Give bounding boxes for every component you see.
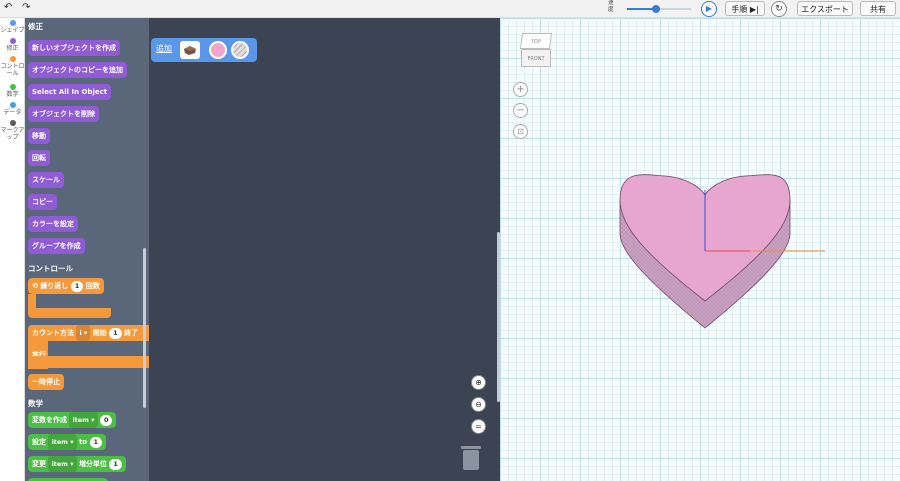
section-title-modify: 修正 [28,22,43,31]
create-var-value[interactable]: 0 [99,414,113,426]
category-label: データ [3,109,22,116]
block-move[interactable]: 移動 [28,128,50,144]
top-toolbar: ↶ ↷ 速 度 ▶ 手順 ▶| ↻ エクスポート 共有 [0,0,900,18]
category-label: 数学 [6,91,19,98]
set-to-label: to [78,438,88,446]
category-dot [9,56,16,62]
create-var-name: item [72,416,89,424]
category-dot [9,120,16,126]
block-scale[interactable]: スケール [28,172,64,188]
color-swatch[interactable] [209,41,227,59]
category-sidebar: シェイプ 修正 コントロール 数学 データ マークアップ [0,18,25,481]
block-count-with[interactable]: カウント方法 i ▾ 開始 1 終了 [28,325,149,341]
heart-shape-icon [184,46,196,55]
block-set-color[interactable]: カラーを設定 [28,216,78,232]
count-from-value[interactable]: 1 [109,327,122,339]
reset-icon: ↻ [775,4,783,14]
block-repeat[interactable]: ⟲ 繰り返し 1 回数 [28,278,104,294]
count-end-label: 終了 [124,329,139,337]
change-value[interactable]: 1 [109,458,122,470]
count-var-dropdown[interactable]: i ▾ [76,325,91,341]
hole-toggle[interactable] [231,41,249,59]
section-title-control: コントロール [28,264,73,273]
change-label: 変更 [32,460,46,468]
block-rotate[interactable]: 回転 [28,150,50,166]
block-select-all[interactable]: Select All In Object [28,84,112,100]
block-create-variable[interactable]: 変数を作成 item ▾ 0 [28,412,117,428]
block-add-shape[interactable]: 追加 [151,38,257,62]
repeat-icon: ⟲ [32,282,38,290]
speed-label: 速 度 [608,0,614,13]
set-label: 設定 [32,438,46,446]
set-var-dropdown[interactable]: item ▾ [48,434,77,450]
section-title-math: 数学 [28,399,43,408]
count-footer [28,356,149,368]
repeat-count[interactable]: 1 [70,280,84,292]
change-var-name: item [51,460,68,468]
trash-icon[interactable] [459,443,483,471]
redo-icon[interactable]: ↷ [22,2,30,13]
category-shapes[interactable]: シェイプ [0,20,25,34]
block-new-object[interactable]: 新しいオブジェクトを作成 [28,40,120,56]
category-math[interactable]: 数学 [0,84,25,98]
set-value[interactable]: 1 [89,436,103,448]
category-label: シェイプ [0,27,25,34]
category-dot [9,102,16,108]
undo-icon[interactable]: ↶ [4,2,12,13]
category-markup[interactable]: マークアップ [0,120,25,141]
change-by-label: 増分単位 [78,460,107,468]
category-dot [9,84,16,90]
category-label: マークアップ [0,127,25,141]
change-var-dropdown[interactable]: item ▾ [48,456,77,472]
category-label: コントロール [0,63,25,77]
count-label: カウント方法 [32,329,74,337]
step-button[interactable]: 手順 ▶| [725,1,765,16]
repeat-arm [28,294,36,308]
block-create-group[interactable]: グループを作成 [28,238,85,254]
zoom-out-icon[interactable]: ⊖ [471,397,486,412]
count-from-label: 開始 [92,329,107,337]
repeat-unit: 回数 [85,282,100,290]
step-label: 手順 [731,5,748,14]
category-dot [9,38,16,44]
category-control[interactable]: コントロール [0,56,25,77]
repeat-label: 繰り返し [40,282,69,290]
block-palette: 修正 新しいオブジェクトを作成 オブジェクトのコピーを追加 Select All… [25,18,149,481]
zoom-in-icon[interactable]: ⊕ [471,375,486,390]
palette-scrollbar[interactable] [143,248,146,408]
shape-thumbnail[interactable] [180,41,200,59]
category-data[interactable]: データ [0,102,25,116]
block-pause[interactable]: 一時停止 [28,374,64,390]
heart-model[interactable] [500,18,900,481]
set-var-name: item [51,438,68,446]
create-var-dropdown[interactable]: item ▾ [69,412,98,428]
create-var-label: 変数を作成 [32,416,67,424]
share-button[interactable]: 共有 [860,1,896,16]
category-modify[interactable]: 修正 [0,38,25,52]
category-dot [9,20,16,26]
block-add-copy[interactable]: オブジェクトのコピーを追加 [28,62,127,78]
reset-button[interactable]: ↻ [771,1,787,17]
step-icon: ▶| [749,5,759,14]
zoom-reset-icon[interactable]: = [471,419,486,434]
run-button[interactable]: ▶ [701,1,717,17]
block-set-variable[interactable]: 設定 item ▾ to 1 [28,434,107,450]
block-copy[interactable]: コピー [28,194,57,210]
add-label: 追加 [156,44,172,53]
code-workspace[interactable]: 追加 [149,18,500,481]
speed-slider[interactable] [627,5,691,13]
block-delete-object[interactable]: オブジェクトを削除 [28,106,99,122]
export-button[interactable]: エクスポート [797,1,853,16]
block-change-variable[interactable]: 変更 item ▾ 増分単位 1 [28,456,126,472]
category-label: 修正 [6,45,19,52]
repeat-footer [28,308,111,318]
count-var: i [79,329,82,337]
